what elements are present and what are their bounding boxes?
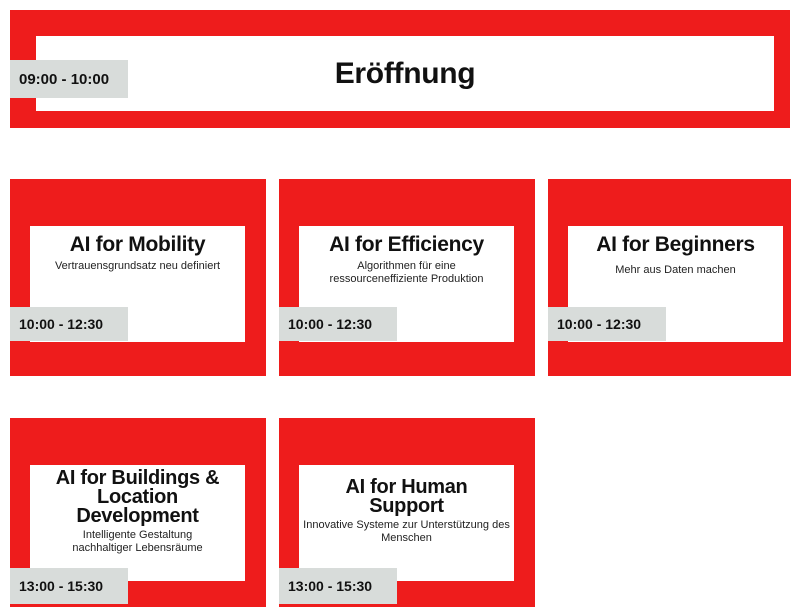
opening-session-title: Eröffnung	[334, 56, 476, 90]
session-time: 10:00 - 12:30	[279, 307, 397, 341]
session-time: 10:00 - 12:30	[10, 307, 128, 341]
session-card-mobility[interactable]: AI for Mobility Vertrauensgrundsatz neu …	[10, 179, 266, 376]
session-subtitle: Mehr aus Daten machen	[615, 264, 736, 276]
session-title: AI for Human Support	[345, 476, 468, 517]
opening-session-panel: Eröffnung	[36, 36, 774, 111]
session-card-beginners[interactable]: AI for Beginners Mehr aus Daten machen 1…	[548, 179, 791, 376]
session-card-human-support[interactable]: AI for Human Support Innovative Systeme …	[279, 418, 535, 607]
session-time: 13:00 - 15:30	[279, 568, 397, 604]
session-subtitle: Innovative Systeme zur Unterstützung des…	[303, 519, 510, 544]
session-time: 10:00 - 12:30	[548, 307, 666, 341]
session-title: AI for Mobility	[69, 233, 206, 256]
session-time: 13:00 - 15:30	[10, 568, 128, 604]
session-title: AI for Buildings & Location Development	[55, 467, 220, 527]
session-panel: AI for Buildings & Location Development …	[30, 465, 245, 581]
session-panel: AI for Human Support Innovative Systeme …	[299, 465, 514, 581]
session-subtitle: Vertrauensgrundsatz neu definiert	[54, 260, 221, 272]
opening-session-card[interactable]: Eröffnung 09:00 - 10:00	[10, 10, 790, 128]
session-title: AI for Efficiency	[329, 233, 484, 256]
session-card-efficiency[interactable]: AI for Efficiency Algorithmen für eine r…	[279, 179, 535, 376]
session-subtitle: Intelligente Gestaltung nachhaltiger Leb…	[72, 529, 203, 554]
opening-session-time: 09:00 - 10:00	[10, 60, 128, 98]
session-subtitle: Algorithmen für eine ressourceneffizient…	[329, 260, 484, 285]
session-card-buildings[interactable]: AI for Buildings & Location Development …	[10, 418, 266, 607]
session-title: AI for Beginners	[596, 233, 755, 256]
